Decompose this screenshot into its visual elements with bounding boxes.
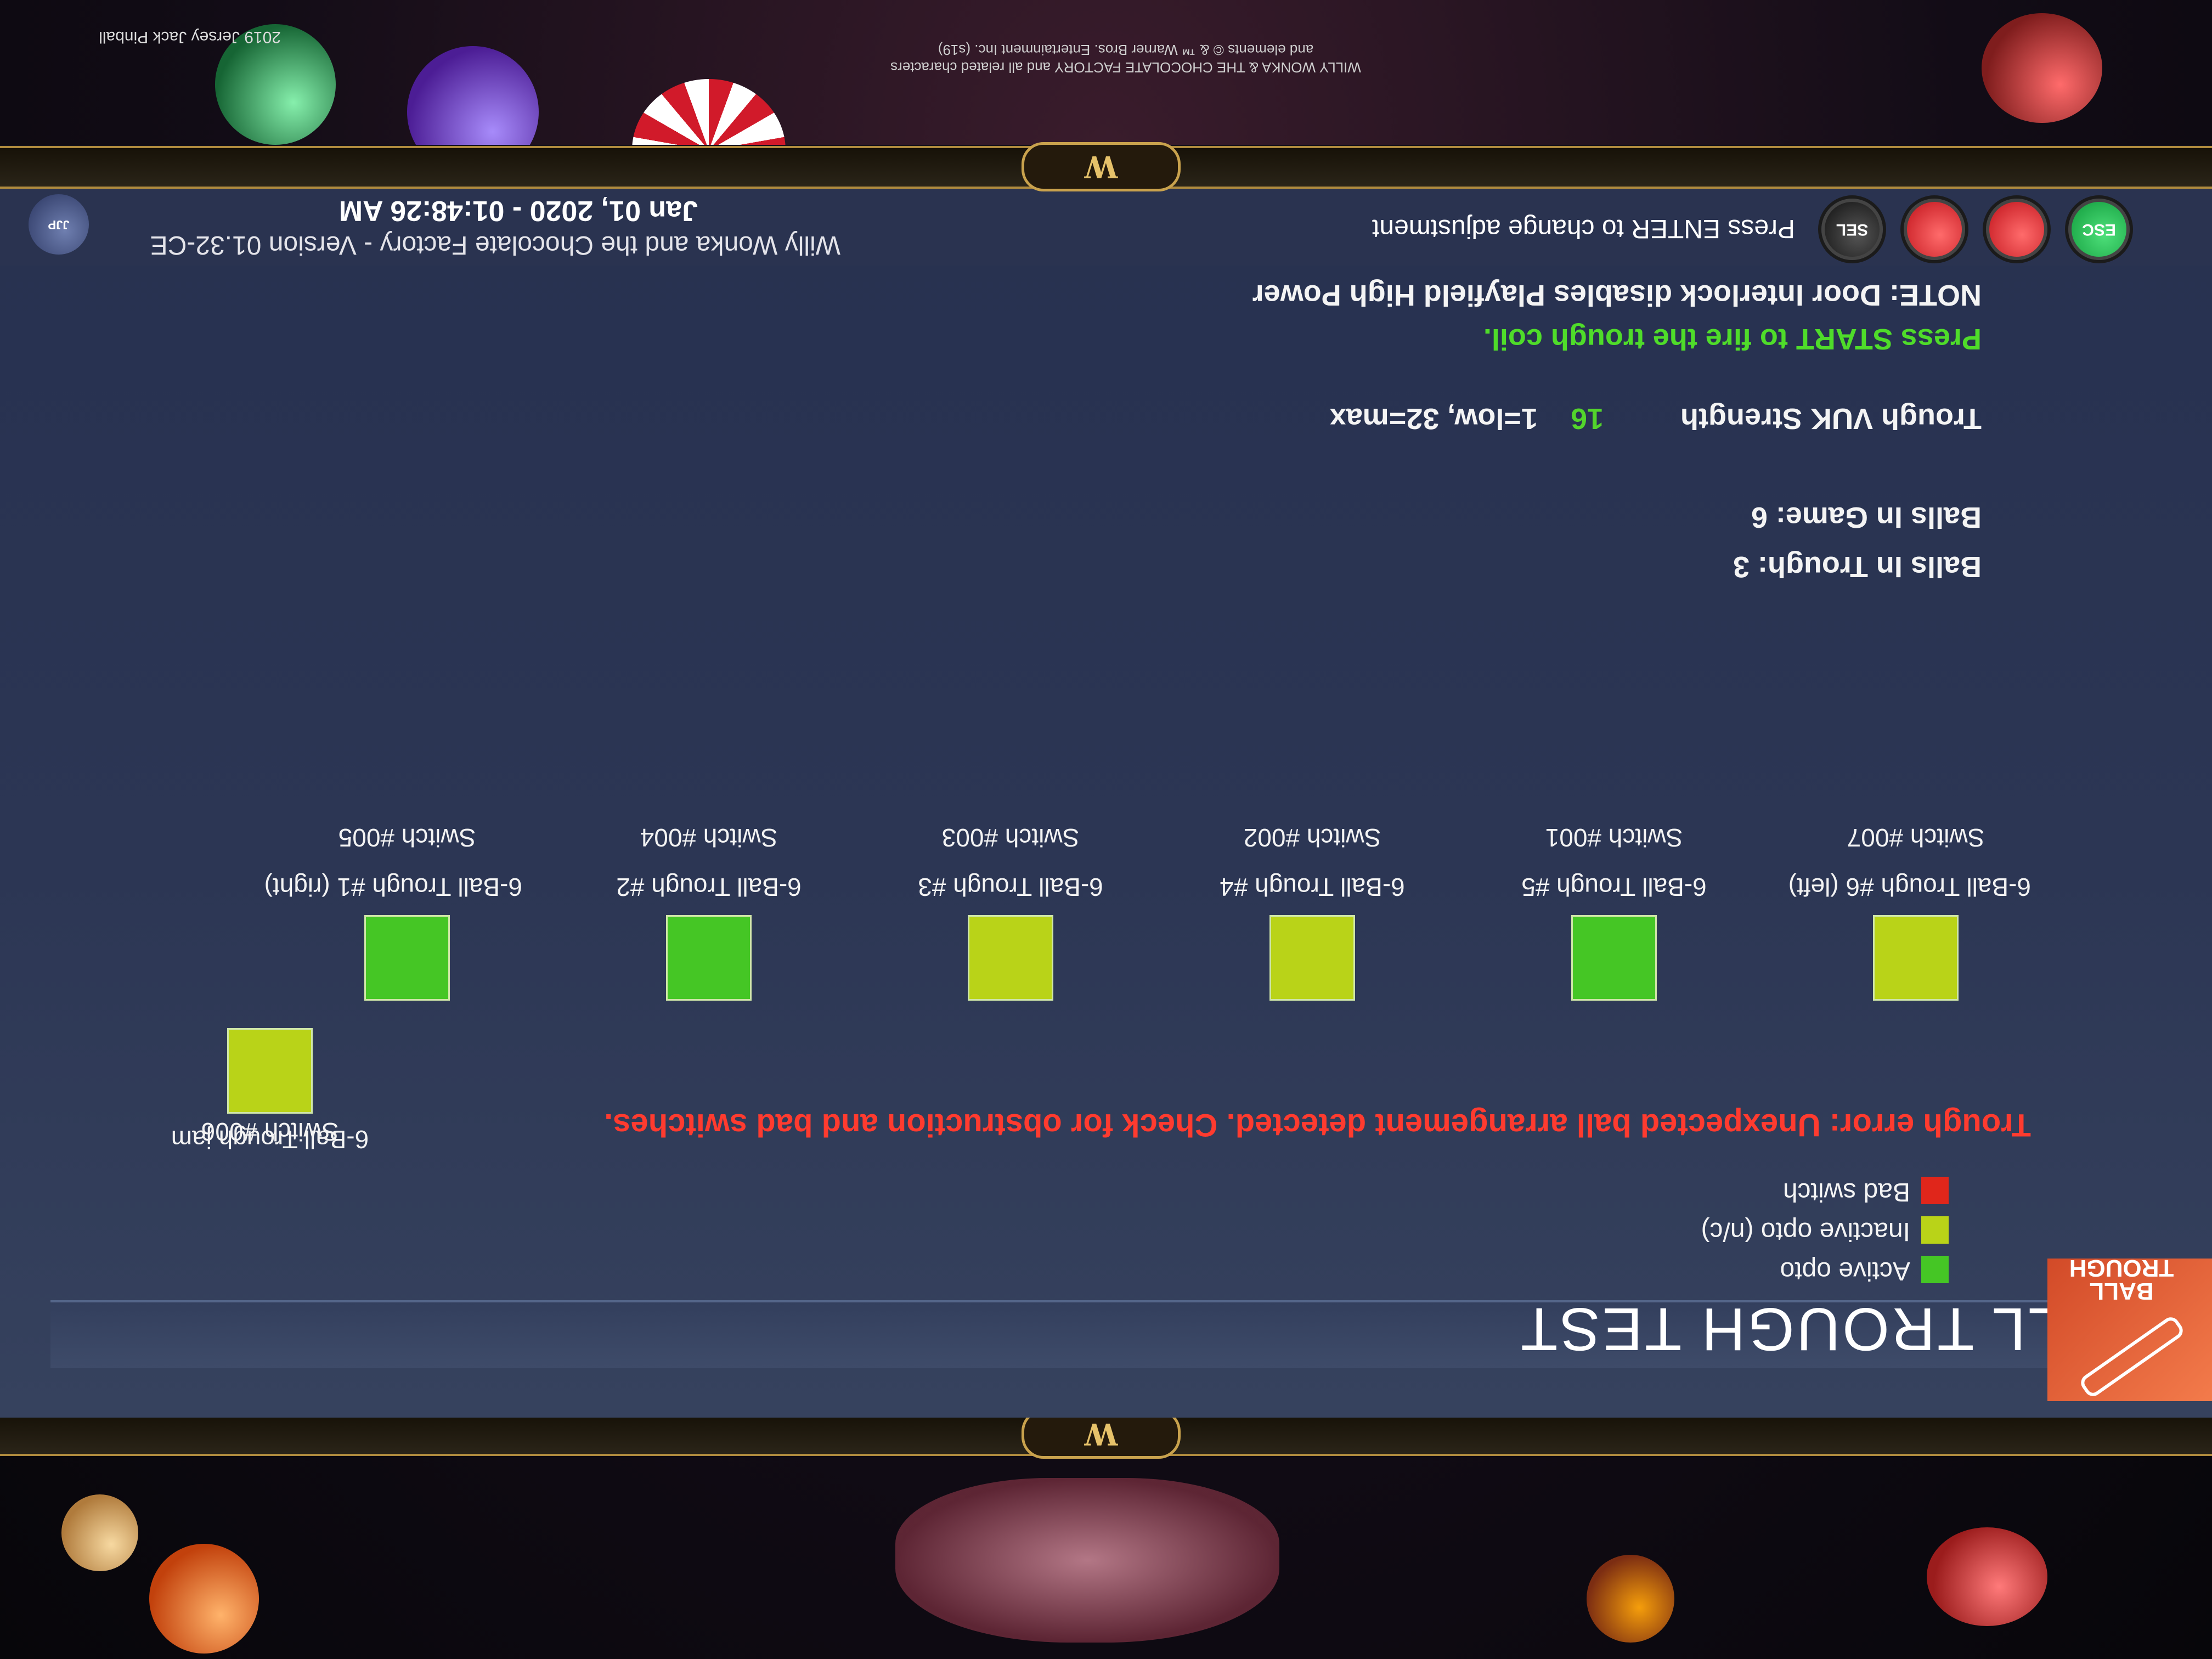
pinball-cabinet-photo: W BALL TROUGH TEST BALL TROUGH Active op… <box>0 0 2212 1659</box>
balls-in-trough: Balls In Trough: 3 <box>1733 550 1982 583</box>
clock: Jan 01, 2020 - 01:48:26 AM <box>338 195 698 227</box>
candy-art <box>1587 1555 1674 1643</box>
service-menu-screen: BALL TROUGH TEST BALL TROUGH Active opto… <box>0 189 2212 1418</box>
legend-swatch <box>1921 1176 1949 1204</box>
switch-tile-jam: 6-Ball Trough jam Switch #006 <box>155 991 385 1154</box>
legend-active-opto: Active opto <box>1780 1255 1949 1286</box>
switch-name: 6-Ball Trough #1 (right) <box>264 873 522 901</box>
ball-trough-icon: BALL TROUGH <box>2047 1255 2212 1401</box>
game-version: Willy Wonka and the Chocolate Factory - … <box>150 230 840 259</box>
switch-status-box <box>364 915 450 1001</box>
candy-art <box>1927 1527 2047 1626</box>
candy-art <box>149 1544 259 1654</box>
esc-button[interactable]: ESC <box>2068 199 2130 260</box>
trough-error-message: Trough error: Unexpected ball arrangemen… <box>604 1107 2031 1143</box>
legend-bad-switch: Bad switch <box>1783 1176 1949 1207</box>
switch-name: 6-Ball Trough #4 <box>1220 873 1405 901</box>
trough-rail-icon <box>2078 1313 2186 1400</box>
legend-inactive-opto: Inactive opto (n/c) <box>1701 1216 1949 1246</box>
vuk-range: 1=low, 32=max <box>1329 402 1538 435</box>
page-header: BALL TROUGH TEST <box>50 1295 2168 1368</box>
switch-number: Switch #002 <box>1243 823 1381 852</box>
switch-number: Switch #005 <box>338 823 476 852</box>
icon-label: BALL TROUGH <box>2069 1255 2174 1305</box>
switch-tile: 6-Ball Trough #4 Switch #002 <box>1197 823 1427 1001</box>
switch-number: Switch #004 <box>640 823 778 852</box>
switch-number: Switch #006 <box>201 1118 339 1146</box>
switch-name: 6-Ball Trough #2 <box>616 873 802 901</box>
switch-name: 6-Ball Trough #3 <box>918 873 1103 901</box>
switch-tile: 6-Ball Trough #3 Switch #003 <box>895 823 1126 1001</box>
switch-status-box <box>666 915 752 1001</box>
bow-tie-art <box>895 1478 1279 1643</box>
plus-button[interactable] <box>1904 199 1965 260</box>
switch-number: Switch #007 <box>1847 823 1985 852</box>
manufacturer-credit: 2019 Jersey Jack Pinball <box>99 28 281 46</box>
jersey-jack-logo: JJP <box>29 194 89 255</box>
vuk-strength-adjustment[interactable]: Trough VUK Strength 16 1=low, 32=max <box>1330 402 1982 436</box>
switch-status-box <box>1269 915 1355 1001</box>
candy-art <box>61 1494 138 1571</box>
wonka-badge: W <box>1022 142 1181 191</box>
copyright-notice: WILLY WONKA & THE CHOCOLATE FACTORY and … <box>890 42 1361 76</box>
switch-status-box <box>968 915 1053 1001</box>
switch-status-box <box>227 1028 313 1114</box>
sel-button[interactable]: SEL <box>1821 199 1883 260</box>
switch-status-box <box>1571 915 1657 1001</box>
press-start-hint: Press START to fire the trough coil. <box>1483 323 1982 356</box>
switch-tile: 6-Ball Trough #6 (left) Switch #007 <box>1788 823 2031 1001</box>
switch-tile: 6-Ball Trough #2 Switch #004 <box>594 823 824 1001</box>
switch-status-box <box>1873 915 1959 1001</box>
balls-in-game: Balls In Game: 6 <box>1751 501 1982 534</box>
switch-name: 6-Ball Trough #5 <box>1521 873 1707 901</box>
minus-button[interactable] <box>1986 199 2047 260</box>
switch-number: Switch #003 <box>941 823 1080 852</box>
switch-tile: 6-Ball Trough #1 (right) Switch #005 <box>264 823 522 1001</box>
legend-swatch <box>1921 1216 1949 1244</box>
legend-swatch <box>1921 1255 1949 1283</box>
vuk-label: Trough VUK Strength <box>1680 402 1982 435</box>
candy-art <box>1982 13 2102 123</box>
door-interlock-note: NOTE: Door Interlock disables Playfield … <box>1252 279 1982 312</box>
enter-hint: Press ENTER to change adjustment <box>1372 214 1795 243</box>
switch-tile: 6-Ball Trough #5 Switch #001 <box>1499 823 1729 1001</box>
switch-name: 6-Ball Trough #6 (left) <box>1788 873 2031 901</box>
switch-number: Switch #001 <box>1545 823 1683 852</box>
vuk-value[interactable]: 16 <box>1571 402 1604 435</box>
